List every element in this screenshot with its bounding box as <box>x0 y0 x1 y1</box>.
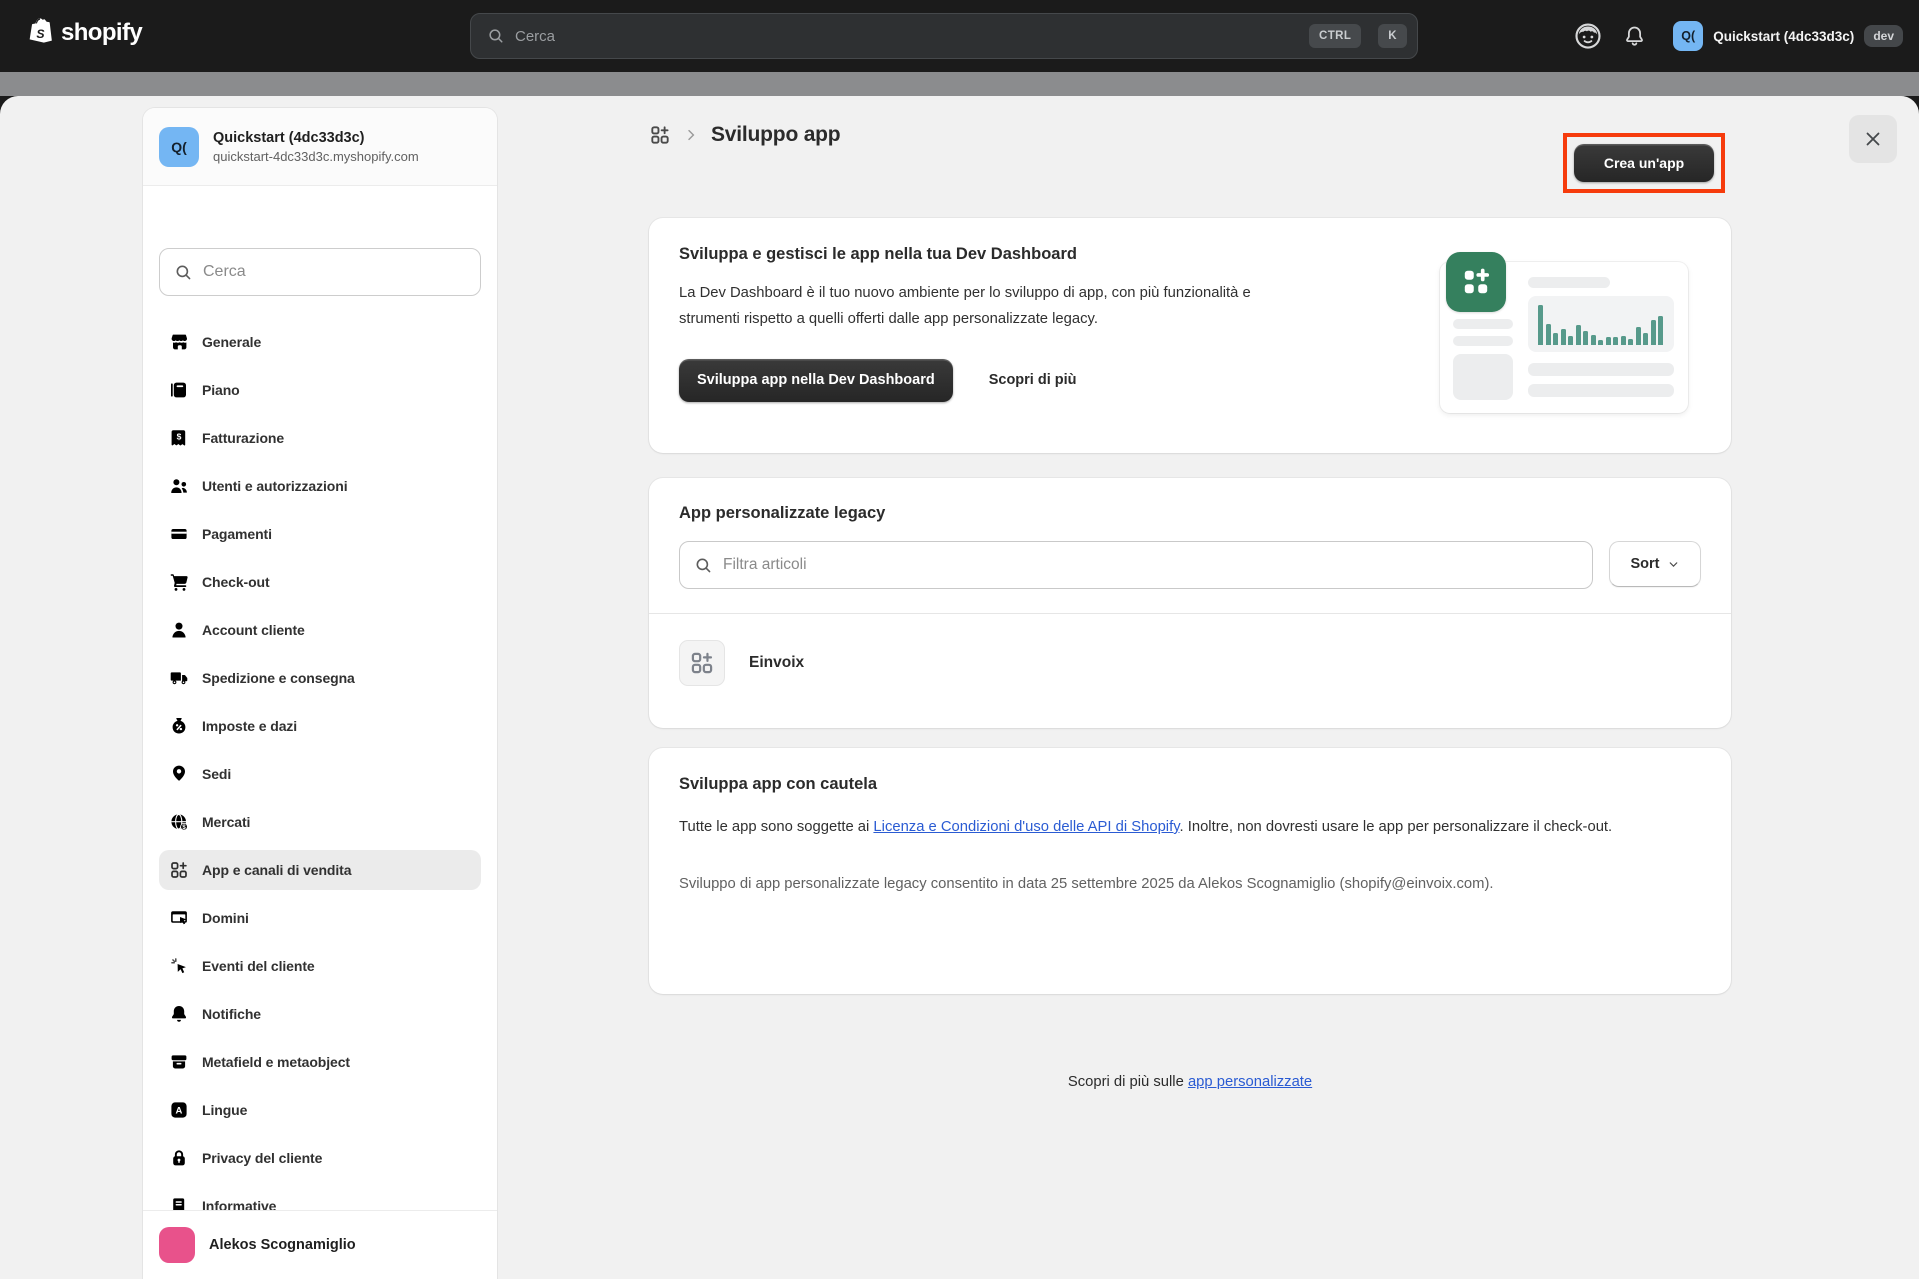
lock-icon <box>169 1148 189 1168</box>
open-dev-dashboard-button[interactable]: Sviluppa app nella Dev Dashboard <box>679 359 953 402</box>
shortcut-k-key: K <box>1378 24 1407 48</box>
sidebar-item-notifiche[interactable]: Notifiche <box>159 994 481 1034</box>
customer-account-icon <box>169 620 189 640</box>
api-terms-link[interactable]: Licenza e Condizioni d'uso delle API di … <box>873 819 1179 835</box>
apps-plus-icon <box>1446 252 1506 312</box>
page-title: Sviluppo app <box>711 123 840 147</box>
assistant-face-icon[interactable] <box>1565 13 1611 59</box>
apps-icon[interactable] <box>649 124 671 146</box>
close-icon <box>1862 128 1884 150</box>
sidebar-item-lingue[interactable]: Lingue <box>159 1090 481 1130</box>
dev-dashboard-card: Sviluppa e gestisci le app nella tua Dev… <box>649 218 1731 453</box>
breadcrumb: Sviluppo app <box>649 123 840 147</box>
sidebar-store-domain: quickstart-4dc33d3c.myshopify.com <box>213 149 419 164</box>
sidebar-user-row[interactable]: Alekos Scognamiglio <box>143 1210 497 1279</box>
settings-search-input[interactable] <box>203 263 466 281</box>
caution-card: Sviluppa app con cautela Tutte le app so… <box>649 748 1731 994</box>
shopify-bag-icon: S <box>26 17 54 49</box>
legacy-apps-title: App personalizzate legacy <box>679 504 1701 523</box>
custom-apps-link[interactable]: app personalizzate <box>1188 1074 1312 1090</box>
plan-icon <box>169 380 189 400</box>
location-pin-icon <box>169 764 189 784</box>
users-icon <box>169 476 189 496</box>
app-name: Einvoix <box>749 654 804 672</box>
sidebar-item-metafield[interactable]: Metafield e metaobject <box>159 1042 481 1082</box>
illustration-chart <box>1528 296 1674 352</box>
sidebar-item-checkout[interactable]: Check-out <box>159 562 481 602</box>
caution-body: Tutte le app sono soggette ai Licenza e … <box>679 814 1701 841</box>
app-icon <box>679 640 725 686</box>
dimmed-backdrop <box>0 72 1919 96</box>
learn-more-button[interactable]: Scopri di più <box>989 372 1077 388</box>
user-name: Alekos Scognamiglio <box>209 1237 356 1253</box>
metafields-box-icon <box>169 1052 189 1072</box>
legacy-apps-card: App personalizzate legacy Sort Einvoix <box>649 478 1731 728</box>
create-app-button[interactable]: Crea un'app <box>1574 144 1714 182</box>
dev-dashboard-body: La Dev Dashboard è il tuo nuovo ambiente… <box>679 280 1304 333</box>
customer-events-icon <box>169 956 189 976</box>
notifications-bell-icon[interactable] <box>1611 13 1657 59</box>
store-avatar: Q( <box>1673 21 1703 51</box>
app-list-item-einvoix[interactable]: Einvoix <box>649 614 1731 712</box>
sidebar-item-piano[interactable]: Piano <box>159 370 481 410</box>
settings-modal: Q( Quickstart (4dc33d3c) quickstart-4dc3… <box>0 96 1919 1279</box>
sidebar-item-utenti[interactable]: Utenti e autorizzazioni <box>159 466 481 506</box>
markets-globe-icon <box>169 812 189 832</box>
dev-environment-badge: dev <box>1864 25 1903 47</box>
page-footer: Scopri di più sulle app personalizzate <box>649 1074 1731 1090</box>
sidebar-item-app-e-canali[interactable]: App e canali di vendita <box>159 850 481 890</box>
sidebar-item-imposte[interactable]: Imposte e dazi <box>159 706 481 746</box>
settings-nav: Generale Piano Fatturazione Utenti e aut… <box>143 296 497 1226</box>
domains-icon <box>169 908 189 928</box>
apps-icon <box>169 860 189 880</box>
languages-icon <box>169 1100 189 1120</box>
global-search-placeholder: Cerca <box>515 28 1299 45</box>
bell-icon <box>169 1004 189 1024</box>
sidebar-item-mercati[interactable]: Mercati <box>159 802 481 842</box>
sidebar-store-avatar: Q( <box>159 127 199 167</box>
chevron-right-icon <box>683 127 699 143</box>
sidebar-store-name: Quickstart (4dc33d3c) <box>213 130 419 146</box>
sidebar-item-generale[interactable]: Generale <box>159 322 481 362</box>
close-settings-button[interactable] <box>1849 115 1897 163</box>
settings-sidebar: Q( Quickstart (4dc33d3c) quickstart-4dc3… <box>143 108 497 1279</box>
filter-items-input[interactable] <box>723 556 1578 574</box>
shortcut-ctrl-key: CTRL <box>1309 24 1361 48</box>
sidebar-item-sedi[interactable]: Sedi <box>159 754 481 794</box>
search-icon <box>487 27 505 45</box>
sidebar-store-header: Q( Quickstart (4dc33d3c) quickstart-4dc3… <box>143 108 497 186</box>
sidebar-item-fatturazione[interactable]: Fatturazione <box>159 418 481 458</box>
global-search-input[interactable]: Cerca CTRL K <box>470 13 1418 59</box>
annotation-highlight: Crea un'app <box>1563 133 1725 193</box>
shopify-wordmark: shopify <box>61 19 142 47</box>
svg-text:S: S <box>36 27 45 41</box>
taxes-icon <box>169 716 189 736</box>
search-icon <box>174 263 193 282</box>
filter-items-field[interactable] <box>679 541 1593 589</box>
payments-icon <box>169 524 189 544</box>
caution-note: Sviluppo di app personalizzate legacy co… <box>679 871 1701 898</box>
sort-button[interactable]: Sort <box>1609 541 1701 587</box>
search-icon <box>694 556 713 575</box>
settings-search-field[interactable] <box>159 248 481 296</box>
store-icon <box>169 332 189 352</box>
chevron-down-icon <box>1667 558 1680 571</box>
sidebar-item-pagamenti[interactable]: Pagamenti <box>159 514 481 554</box>
dev-dashboard-illustration <box>1440 262 1688 413</box>
sidebar-item-eventi-cliente[interactable]: Eventi del cliente <box>159 946 481 986</box>
sidebar-item-domini[interactable]: Domini <box>159 898 481 938</box>
caution-title: Sviluppa app con cautela <box>679 775 1701 794</box>
sidebar-item-spedizione[interactable]: Spedizione e consegna <box>159 658 481 698</box>
shopify-logo[interactable]: S shopify <box>26 17 142 49</box>
topbar: S shopify Cerca CTRL K Q( Quickstart (4d… <box>0 0 1919 72</box>
shipping-truck-icon <box>169 668 189 688</box>
user-avatar <box>159 1227 195 1263</box>
store-name: Quickstart (4dc33d3c) <box>1713 29 1854 44</box>
sidebar-item-account-cliente[interactable]: Account cliente <box>159 610 481 650</box>
checkout-cart-icon <box>169 572 189 592</box>
billing-icon <box>169 428 189 448</box>
store-menu-button[interactable]: Q( Quickstart (4dc33d3c) dev <box>1673 21 1903 51</box>
sidebar-item-privacy[interactable]: Privacy del cliente <box>159 1138 481 1178</box>
